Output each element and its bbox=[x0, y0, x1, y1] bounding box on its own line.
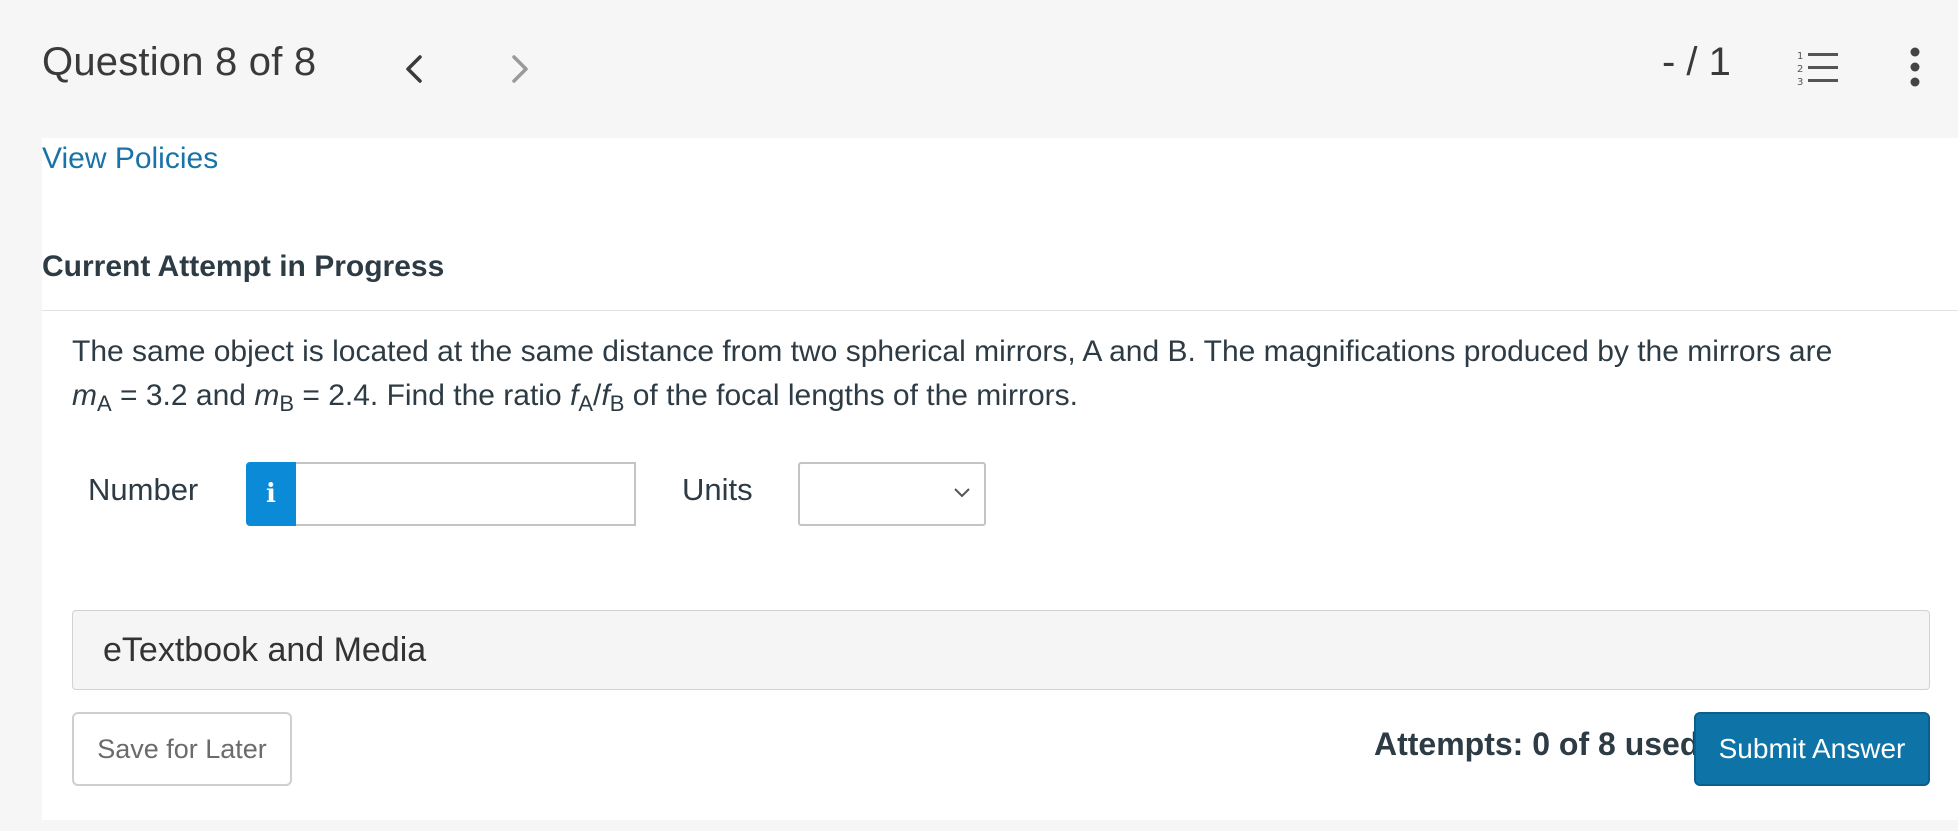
submit-answer-button[interactable]: Submit Answer bbox=[1694, 712, 1930, 786]
numbered-list-icon: 1 2 3 bbox=[1797, 51, 1838, 88]
subscript-a: A bbox=[97, 391, 112, 416]
question-list-button[interactable]: 1 2 3 bbox=[1796, 48, 1840, 88]
info-icon: i bbox=[266, 479, 276, 509]
question-title: Question 8 of 8 bbox=[42, 40, 317, 84]
more-vertical-icon bbox=[1910, 47, 1920, 87]
etextbook-media-section[interactable]: eTextbook and Media bbox=[72, 610, 1930, 690]
subscript-b: B bbox=[279, 391, 294, 416]
magnification-b-value: = 2.4. Find the ratio bbox=[294, 379, 570, 412]
chevron-left-icon bbox=[406, 55, 422, 83]
more-options-button[interactable] bbox=[1900, 44, 1930, 90]
question-line-1: The same object is located at the same d… bbox=[72, 335, 1833, 368]
subscript-fb: B bbox=[609, 391, 625, 416]
question-panel: View Policies Current Attempt in Progres… bbox=[42, 138, 1958, 820]
magnification-a-value: = 3.2 and bbox=[111, 379, 255, 412]
question-header: Question 8 of 8 - / 1 1 2 3 bbox=[0, 0, 1958, 138]
magnification-a-var: m bbox=[72, 379, 97, 412]
svg-text:2: 2 bbox=[1797, 64, 1803, 75]
info-button[interactable]: i bbox=[246, 462, 296, 526]
attempt-heading: Current Attempt in Progress bbox=[42, 250, 445, 283]
question-score: - / 1 bbox=[1662, 40, 1731, 84]
question-text: The same object is located at the same d… bbox=[72, 330, 1952, 418]
next-question-button[interactable] bbox=[502, 46, 538, 92]
number-input[interactable] bbox=[296, 462, 636, 526]
units-select[interactable] bbox=[798, 462, 986, 526]
focal-b-var: f bbox=[601, 379, 610, 412]
question-tail: of the focal lengths of the mirrors. bbox=[624, 379, 1078, 412]
chevron-right-icon bbox=[512, 55, 528, 83]
svg-text:1: 1 bbox=[1797, 51, 1803, 62]
save-for-later-button[interactable]: Save for Later bbox=[72, 712, 292, 786]
previous-question-button[interactable] bbox=[396, 46, 432, 92]
section-divider bbox=[42, 310, 1958, 311]
etextbook-media-label: eTextbook and Media bbox=[103, 631, 427, 669]
svg-text:3: 3 bbox=[1797, 77, 1803, 88]
attempts-counter: Attempts: 0 of 8 used bbox=[1374, 726, 1700, 762]
chevron-down-icon bbox=[954, 488, 970, 498]
units-label: Units bbox=[682, 472, 753, 507]
magnification-b-var: m bbox=[254, 379, 280, 412]
number-label: Number bbox=[88, 472, 199, 507]
view-policies-link[interactable]: View Policies bbox=[42, 142, 218, 176]
subscript-fa: A bbox=[578, 391, 594, 416]
